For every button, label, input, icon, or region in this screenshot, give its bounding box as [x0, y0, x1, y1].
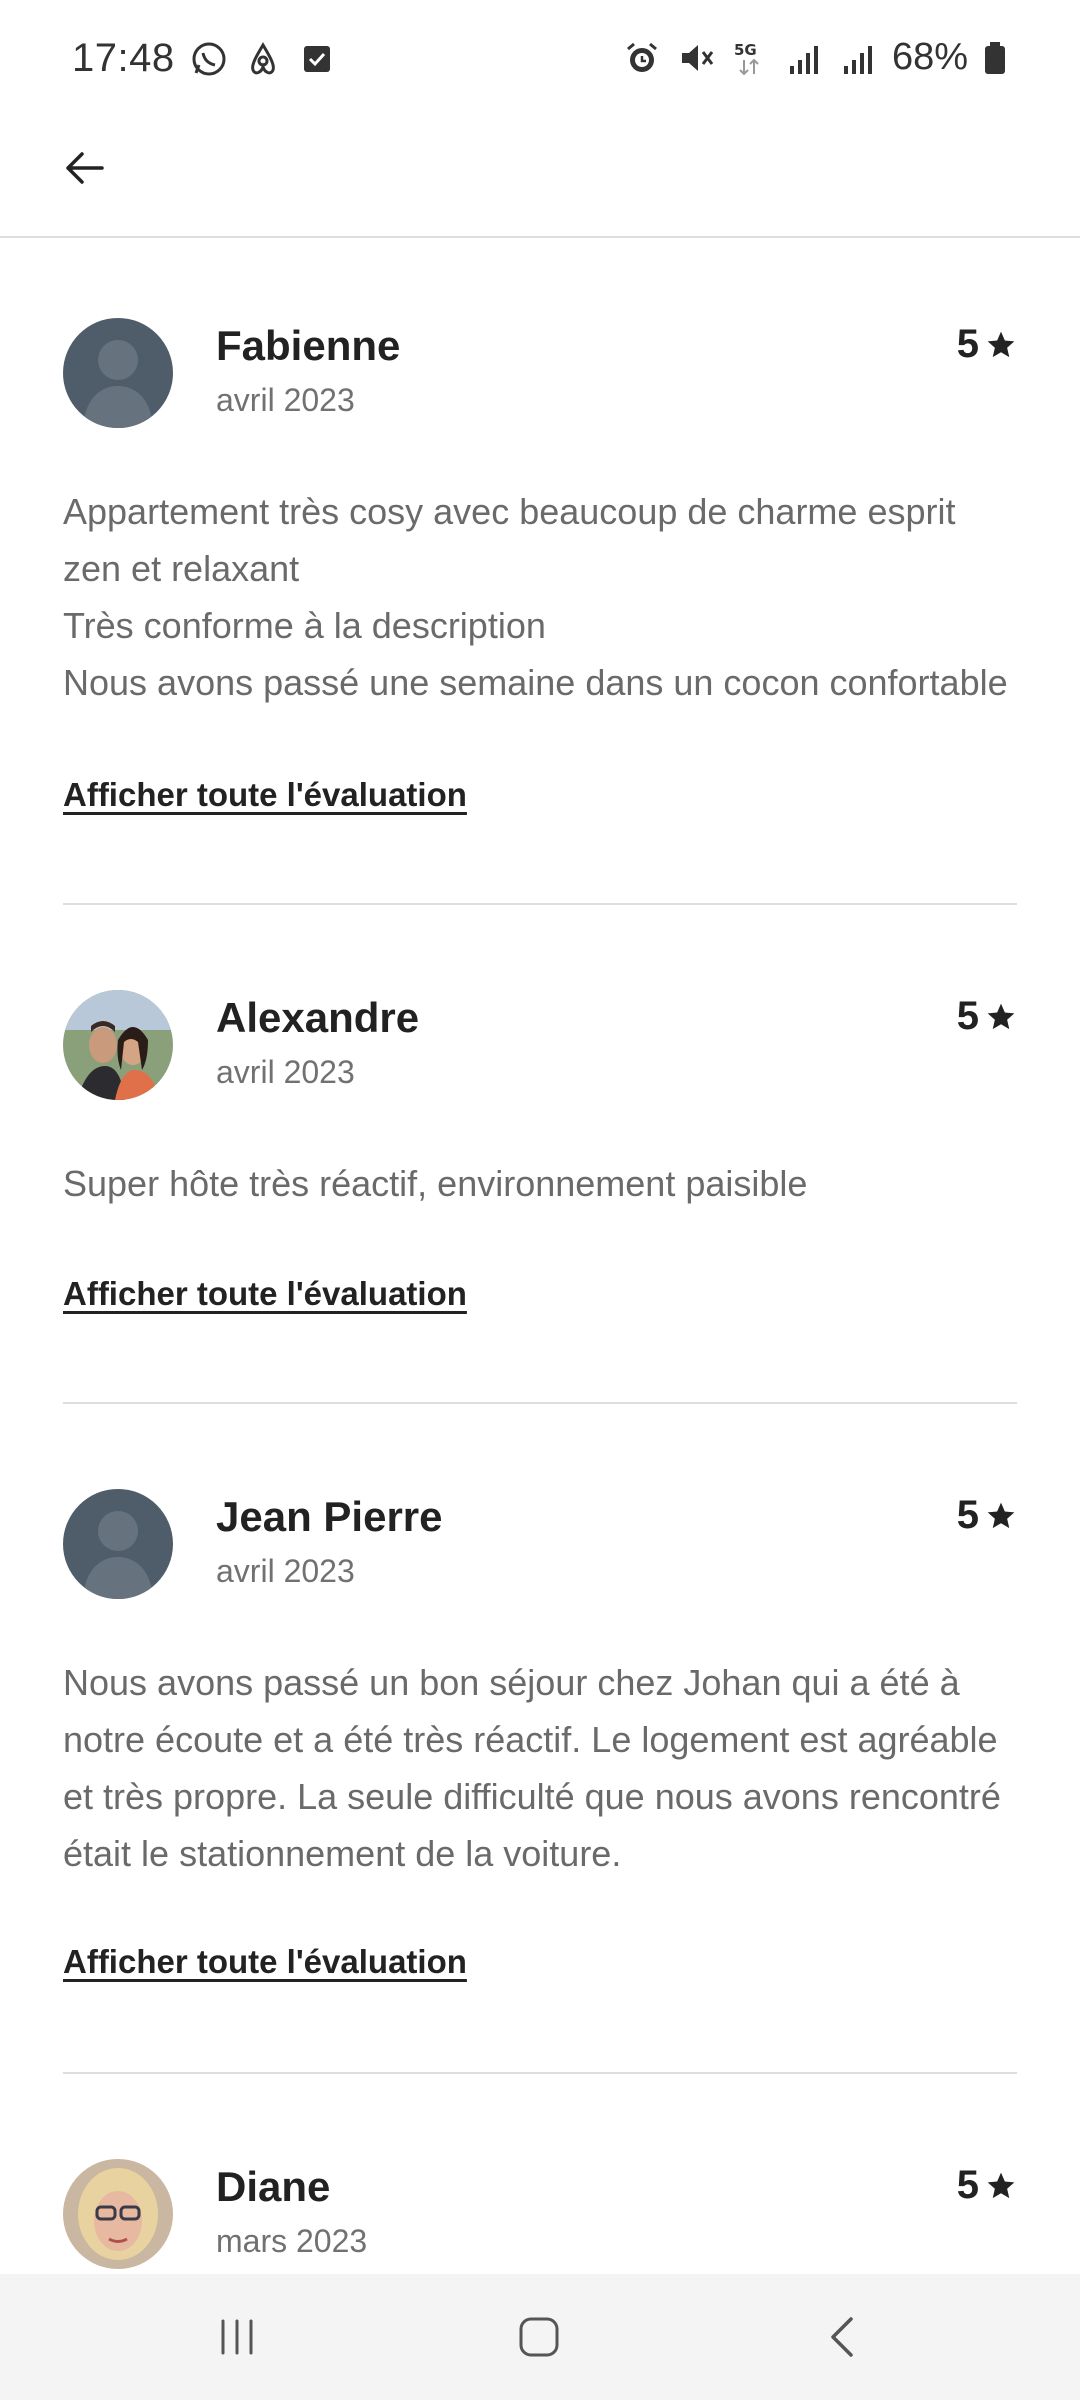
battery-percentage: 68%	[891, 36, 968, 78]
system-back-button[interactable]	[808, 2304, 878, 2370]
status-bar: 17:48 5G 68%	[0, 0, 1080, 120]
airbnb-icon	[243, 39, 283, 79]
whatsapp-icon	[189, 39, 229, 79]
review-rating: 5	[957, 994, 1017, 1039]
rating-value: 5	[956, 322, 979, 366]
divider	[63, 1402, 1017, 1404]
avatar[interactable]	[63, 2159, 173, 2269]
divider	[63, 903, 1017, 905]
review-text: Nous avons passé un bon séjour chez Joha…	[63, 1662, 1001, 1874]
signal-icon	[784, 38, 824, 78]
arrow-left-icon	[62, 146, 106, 190]
review-rating: 5	[957, 322, 1017, 367]
show-full-review-link[interactable]: Afficher toute l'évaluation	[63, 1275, 467, 1313]
avatar[interactable]	[63, 318, 173, 428]
home-button[interactable]	[504, 2304, 574, 2370]
status-bar-right: 5G 68%	[622, 36, 1008, 79]
review-text: Super hôte très réactif, environnement p…	[63, 1163, 808, 1204]
status-time: 17:48	[72, 36, 175, 80]
back-icon	[821, 2315, 865, 2359]
system-nav-bar	[0, 2274, 1080, 2400]
show-full-review-link[interactable]: Afficher toute l'évaluation	[63, 776, 467, 814]
avatar[interactable]	[63, 990, 173, 1100]
rating-value: 5	[956, 994, 979, 1038]
status-bar-left: 17:48	[72, 36, 337, 81]
app-header	[0, 120, 1080, 238]
recent-apps-button[interactable]	[202, 2304, 272, 2370]
review-rating: 5	[957, 2163, 1017, 2208]
checkbox-app-icon	[297, 39, 337, 79]
star-icon	[985, 1500, 1017, 1532]
signal-icon	[838, 38, 878, 78]
review-rating: 5	[957, 1493, 1017, 1538]
review-date: avril 2023	[216, 1553, 355, 1589]
review-date: mars 2023	[216, 2223, 368, 2259]
reviewer-name[interactable]: Fabienne	[216, 322, 400, 370]
avatar[interactable]	[63, 1489, 173, 1599]
review-date: avril 2023	[216, 382, 355, 418]
rating-value: 5	[956, 2163, 979, 2207]
reviewer-name[interactable]: Alexandre	[216, 994, 419, 1042]
star-icon	[985, 329, 1017, 361]
home-icon	[516, 2314, 562, 2360]
reviewer-name[interactable]: Jean Pierre	[216, 1493, 443, 1541]
5g-icon: 5G	[730, 38, 770, 78]
alarm-icon	[622, 38, 662, 78]
review-text: Appartement très cosy avec beaucoup de c…	[63, 491, 1008, 703]
star-icon	[985, 2170, 1017, 2202]
divider	[63, 2072, 1017, 2074]
rating-value: 5	[956, 1493, 979, 1537]
back-button[interactable]	[52, 136, 116, 200]
review-date: avril 2023	[216, 1054, 355, 1090]
star-icon	[985, 1001, 1017, 1033]
reviewer-name[interactable]: Diane	[216, 2163, 330, 2211]
recent-apps-icon	[215, 2315, 259, 2359]
battery-icon	[982, 38, 1008, 78]
svg-text:5G: 5G	[734, 41, 757, 59]
mute-icon	[676, 38, 716, 78]
show-full-review-link[interactable]: Afficher toute l'évaluation	[63, 1943, 467, 1981]
